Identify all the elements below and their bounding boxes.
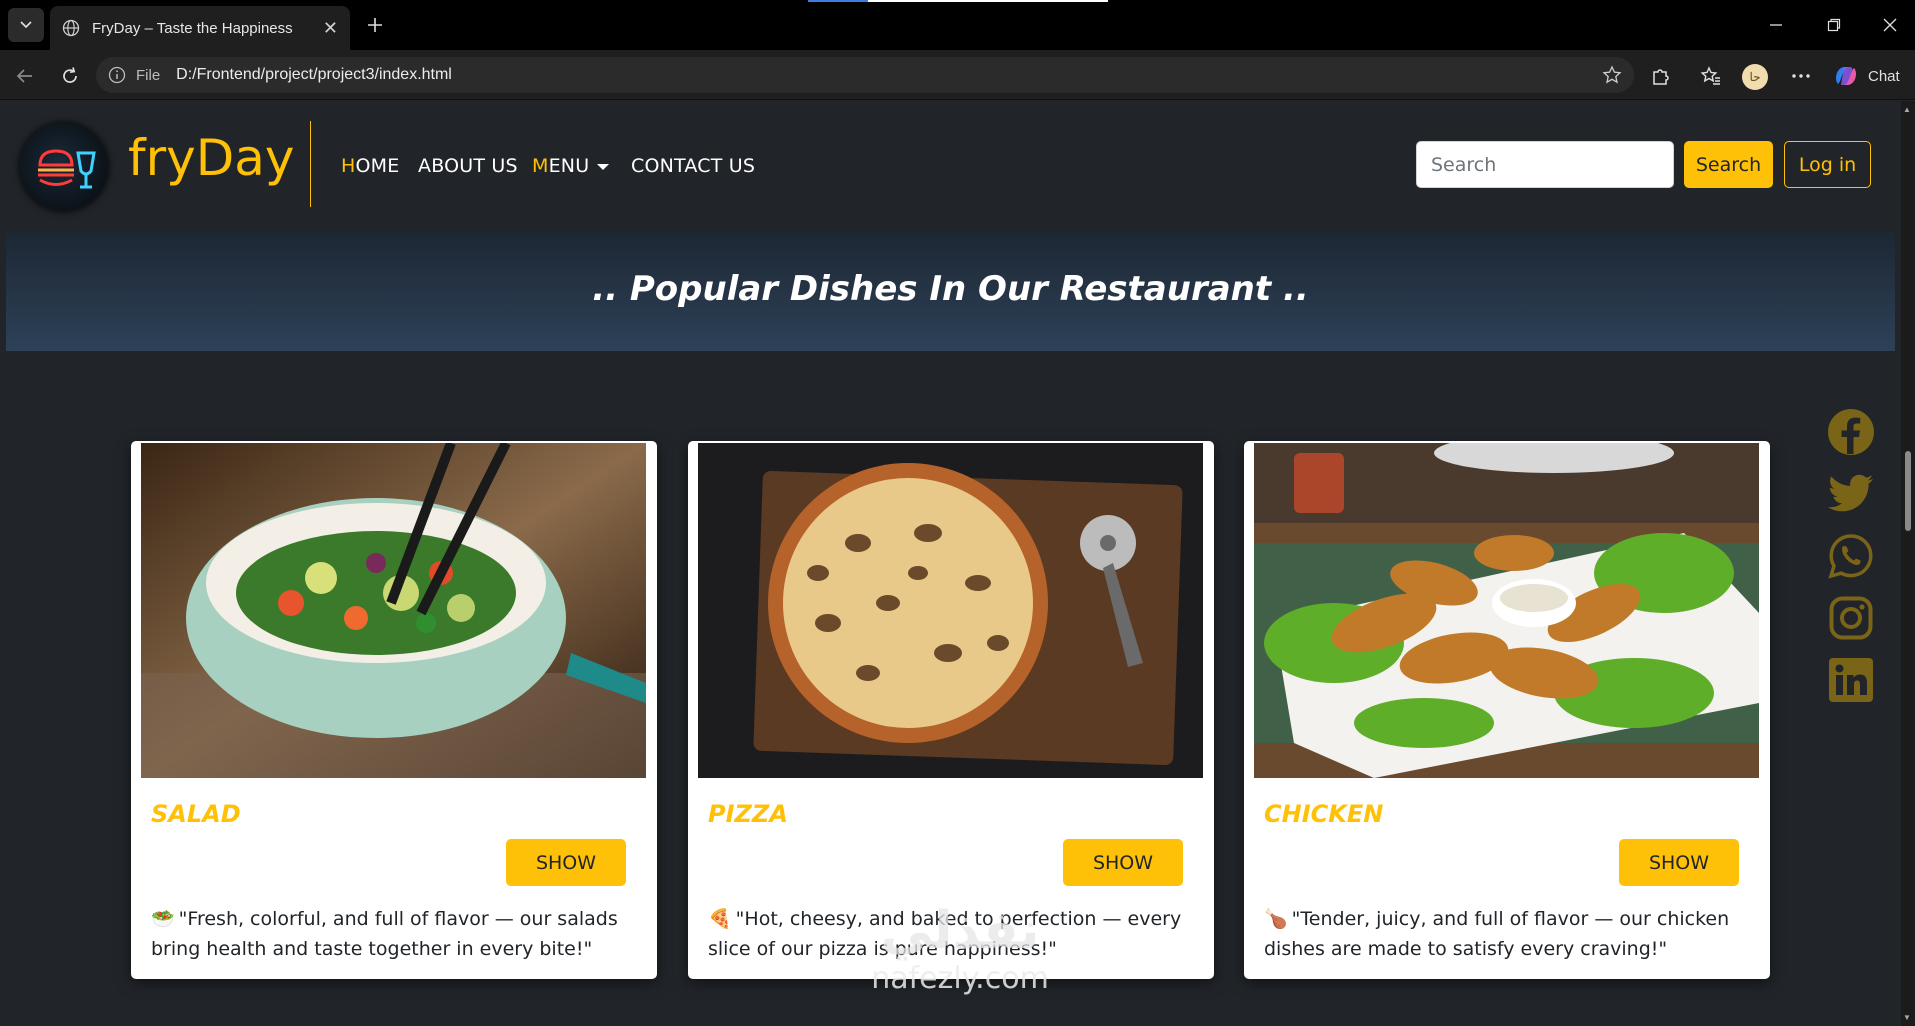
whatsapp-link[interactable] xyxy=(1826,531,1876,581)
pizza-emoji-icon: 🍕 xyxy=(708,908,732,930)
show-salad-button[interactable]: SHOW xyxy=(506,839,626,886)
nav-link-about[interactable]: ABOUT US xyxy=(418,155,518,177)
back-arrow-icon xyxy=(16,69,32,83)
favorite-star-icon[interactable] xyxy=(1602,65,1622,85)
scroll-down-arrow-icon[interactable]: ▼ xyxy=(1903,1013,1911,1022)
chevron-down-icon xyxy=(20,21,32,29)
more-options-button[interactable] xyxy=(1787,62,1815,90)
close-icon xyxy=(1883,18,1897,32)
dish-title-chicken: CHICKEN xyxy=(1264,800,1384,828)
reload-icon xyxy=(63,67,77,83)
twitter-link[interactable] xyxy=(1826,469,1876,519)
tab-title: FryDay – Taste the Happiness xyxy=(92,19,293,37)
login-button[interactable]: Log in xyxy=(1784,141,1871,188)
copilot-icon xyxy=(1836,67,1856,85)
nav-link-menu-first-letter: M xyxy=(532,155,549,177)
protocol-label: File xyxy=(136,66,161,84)
dish-description-salad-text: "Fresh, colorful, and full of flavor — o… xyxy=(151,908,618,960)
nav-divider xyxy=(310,121,311,207)
browser-tab-bar: FryDay – Taste the Happiness ✕ xyxy=(0,0,1915,50)
twitter-icon xyxy=(1828,474,1873,512)
loading-indicator xyxy=(808,0,1108,2)
pizza-image xyxy=(698,443,1203,778)
brand-name[interactable]: fryDay xyxy=(128,129,294,187)
page-viewport: fryDay HOME ABOUT US MENU CONTACT US Sea… xyxy=(0,101,1915,1026)
close-tab-icon[interactable]: ✕ xyxy=(323,18,338,39)
instagram-link[interactable] xyxy=(1826,593,1876,643)
extensions-button[interactable] xyxy=(1646,62,1674,90)
nav-link-contact[interactable]: CONTACT US xyxy=(631,155,755,177)
nav-link-about-label: ABOUT US xyxy=(418,155,518,177)
globe-icon xyxy=(62,19,80,37)
close-window-button[interactable] xyxy=(1870,10,1910,40)
new-tab-button[interactable] xyxy=(362,12,388,38)
plus-icon xyxy=(368,18,382,32)
nav-link-home-first-letter: H xyxy=(341,155,356,177)
reload-button[interactable] xyxy=(57,63,83,89)
minimize-icon xyxy=(1770,24,1782,26)
dish-card-pizza: PIZZA SHOW 🍕 "Hot, cheesy, and baked to p… xyxy=(688,441,1214,979)
dish-description-chicken: 🍗 "Tender, juicy, and full of flavor — ou… xyxy=(1264,904,1754,964)
dish-title-salad: SALAD xyxy=(151,800,241,828)
linkedin-link[interactable] xyxy=(1826,655,1876,705)
minimize-window-button[interactable] xyxy=(1756,10,1796,40)
restore-window-button[interactable] xyxy=(1814,10,1854,40)
section-heading: .. Popular Dishes In Our Restaurant .. xyxy=(592,269,1309,309)
page-scrollbar[interactable]: ▲ ▼ xyxy=(1901,101,1915,1026)
show-chicken-button[interactable]: SHOW xyxy=(1619,839,1739,886)
nav-link-contact-label: CONTACT US xyxy=(631,155,756,177)
back-button[interactable] xyxy=(12,63,38,89)
chicken-image xyxy=(1254,443,1759,778)
restore-icon xyxy=(1827,18,1841,32)
linkedin-icon xyxy=(1829,658,1873,702)
profile-avatar[interactable]: حا xyxy=(1742,64,1768,90)
dish-title-pizza: PIZZA xyxy=(708,800,788,828)
chat-label: Chat xyxy=(1868,67,1900,85)
dish-description-pizza-text: "Hot, cheesy, and baked to perfection — … xyxy=(708,908,1182,960)
copilot-chat-button[interactable]: Chat xyxy=(1832,61,1900,91)
puzzle-icon xyxy=(1653,69,1669,85)
dish-card-salad: SALAD SHOW 🥗 "Fresh, colorful, and full o… xyxy=(131,441,657,979)
salad-image xyxy=(141,443,646,778)
favorites-list-icon xyxy=(1700,66,1720,85)
url-bar[interactable]: File D:/Frontend/project/project3/index.… xyxy=(96,57,1634,93)
site-navbar: fryDay HOME ABOUT US MENU CONTACT US Sea… xyxy=(0,101,1900,229)
tab-list-button[interactable] xyxy=(8,8,44,42)
favorites-button[interactable] xyxy=(1697,62,1725,90)
facebook-link[interactable] xyxy=(1826,407,1876,457)
search-button[interactable]: Search xyxy=(1684,141,1773,188)
more-dots-icon xyxy=(1792,74,1810,78)
search-input[interactable] xyxy=(1416,141,1674,188)
dish-description-chicken-text: "Tender, juicy, and full of flavor — our… xyxy=(1264,908,1730,960)
neon-burger-drink-icon xyxy=(38,149,96,189)
chicken-emoji-icon: 🍗 xyxy=(1264,908,1288,930)
scrollbar-thumb[interactable] xyxy=(1905,451,1911,531)
nav-link-menu-label: ENU xyxy=(548,155,590,177)
section-heading-band: .. Popular Dishes In Our Restaurant .. xyxy=(6,231,1895,351)
facebook-icon xyxy=(1828,409,1874,455)
dropdown-caret-icon xyxy=(597,163,610,170)
url-text[interactable]: D:/Frontend/project/project3/index.html xyxy=(176,66,1602,84)
instagram-icon xyxy=(1829,596,1873,640)
nav-link-menu[interactable]: MENU xyxy=(532,155,610,177)
whatsapp-icon xyxy=(1828,534,1873,579)
browser-tab[interactable]: FryDay – Taste the Happiness ✕ xyxy=(50,6,350,50)
dish-card-chicken: CHICKEN SHOW 🍗 "Tender, juicy, and full o… xyxy=(1244,441,1770,979)
info-icon[interactable] xyxy=(108,66,126,84)
scroll-up-arrow-icon[interactable]: ▲ xyxy=(1903,105,1911,114)
dish-description-pizza: 🍕 "Hot, cheesy, and baked to perfection —… xyxy=(708,904,1198,964)
brand-logo[interactable] xyxy=(20,123,108,211)
salad-emoji-icon: 🥗 xyxy=(151,908,175,930)
browser-address-bar: File D:/Frontend/project/project3/index.… xyxy=(0,50,1915,100)
dish-description-salad: 🥗 "Fresh, colorful, and full of flavor — … xyxy=(151,904,641,964)
nav-link-home[interactable]: HOME xyxy=(341,155,399,177)
show-pizza-button[interactable]: SHOW xyxy=(1063,839,1183,886)
nav-link-home-label: OME xyxy=(355,155,400,177)
